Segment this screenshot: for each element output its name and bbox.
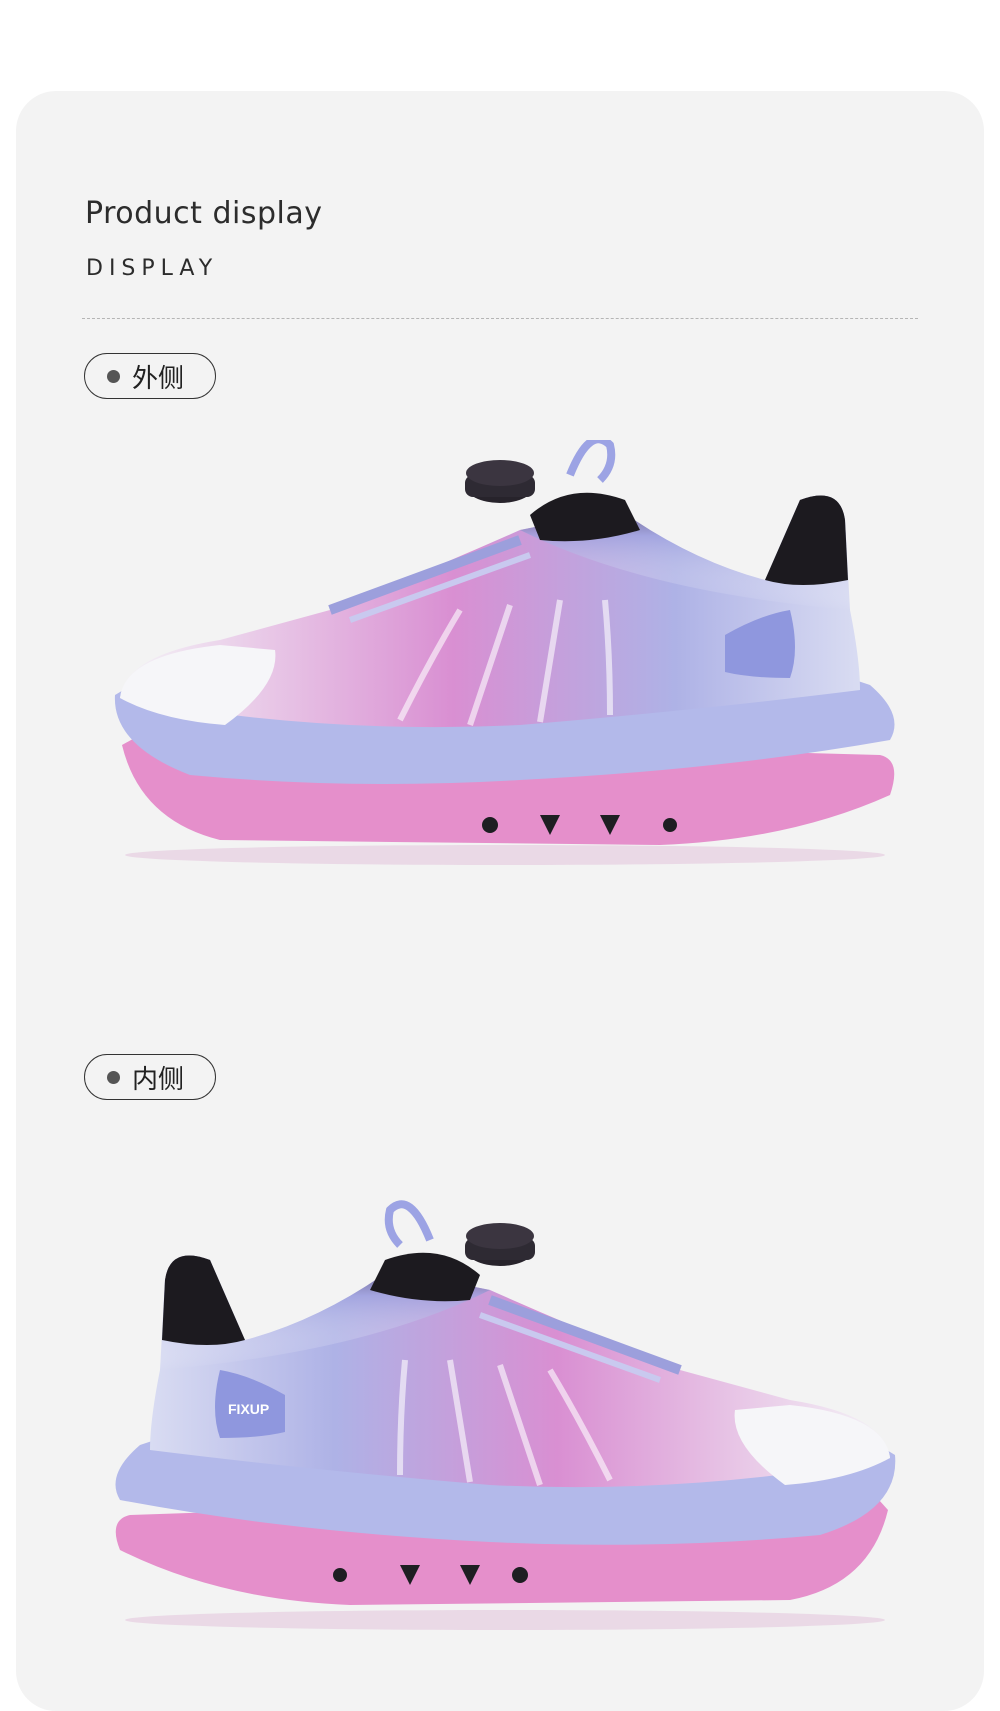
- shoe-image-lateral: [114, 440, 895, 865]
- section-title: Product display: [85, 196, 323, 231]
- view-tag-lateral: 外侧: [84, 353, 216, 399]
- dashed-divider: [82, 318, 918, 319]
- fixup-logo: FIXUP: [228, 1401, 269, 1417]
- section-subtitle: DISPLAY: [86, 256, 219, 281]
- shoe-image-medial: FIXUP: [115, 1200, 896, 1630]
- view-tag-label: 外侧: [132, 363, 185, 394]
- view-tag-medial: 内侧: [84, 1054, 216, 1100]
- bullet-icon: [107, 369, 120, 383]
- view-tag-label: 内侧: [132, 1064, 185, 1095]
- bullet-icon: [107, 1070, 120, 1084]
